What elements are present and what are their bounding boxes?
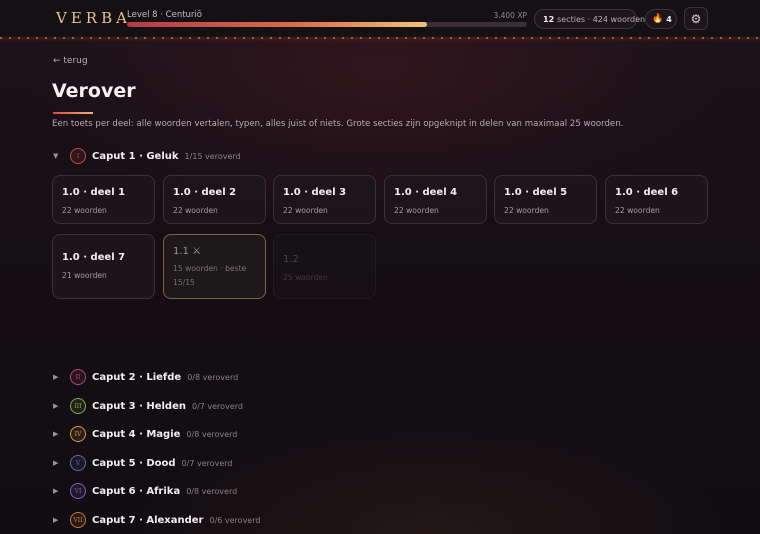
section-card[interactable]: 1.0 · deel 4 22 woorden [384, 175, 487, 224]
caput-row-2[interactable]: ▶ II Caput 2 · Liefde 0/8 veroverd [53, 369, 238, 385]
caput-progress: 0/8 veroverd [186, 429, 238, 439]
section-card[interactable]: 1.0 · deel 3 22 woorden [273, 175, 376, 224]
card-word-count: 22 woorden [504, 206, 549, 215]
xp-progress-fill [127, 22, 427, 27]
card-word-count: 22 woorden [283, 206, 328, 215]
app-logo[interactable]: VERBA [56, 9, 131, 27]
caput-numeral-badge: II [70, 369, 86, 385]
top-bar: VERBA Level 8 · Centuriō 3.400 XP 12 sec… [0, 0, 760, 37]
caput-title: Caput 4 · Magie [92, 428, 181, 440]
caput-progress: 0/8 veroverd [187, 372, 239, 382]
card-word-count: 25 woorden [283, 273, 328, 282]
caput-title: Caput 5 · Dood [92, 457, 176, 469]
caput-title: Caput 7 · Alexander [92, 514, 204, 526]
card-title: 1.0 · deel 4 [394, 187, 458, 198]
caput-title: Caput 1 · Geluk [92, 150, 179, 162]
card-title: 1.0 · deel 6 [615, 187, 679, 198]
chevron-right-icon: ▶ [53, 459, 59, 467]
chevron-right-icon: ▶ [53, 402, 59, 410]
xp-progress-bar [127, 22, 527, 27]
caput-row-5[interactable]: ▶ V Caput 5 · Dood 0/7 veroverd [53, 455, 233, 471]
sections-summary: secties · 424 woorden [557, 14, 646, 24]
chevron-right-icon: ▶ [53, 373, 59, 381]
caput-row-4[interactable]: ▶ IV Caput 4 · Magie 0/8 veroverd [53, 426, 237, 442]
card-title: 1.0 · deel 1 [62, 187, 126, 198]
section-card[interactable]: 1.0 · deel 2 22 woorden [163, 175, 266, 224]
stats-pill: 12 secties · 424 woorden [534, 9, 645, 29]
caput-progress: 0/8 veroverd [186, 486, 238, 496]
chevron-right-icon: ▶ [53, 430, 59, 438]
section-card[interactable]: 1.0 · deel 7 21 woorden [52, 234, 155, 299]
caput-numeral-badge: VII [70, 512, 86, 528]
card-title: 1.0 · deel 7 [62, 252, 126, 263]
section-card[interactable]: 1.0 · deel 5 22 woorden [494, 175, 597, 224]
xp-label: 3.400 XP [493, 11, 527, 20]
card-title: 1.1 ⚔ [173, 246, 202, 257]
header-trim [0, 37, 760, 42]
section-card[interactable]: 1.0 · deel 1 22 woorden [52, 175, 155, 224]
card-title: 1.0 · deel 5 [504, 187, 568, 198]
card-best-score: 15/15 [173, 278, 195, 287]
card-title: 1.0 · deel 3 [283, 187, 347, 198]
caput-progress: 0/7 veroverd [191, 401, 243, 411]
caput-row-7[interactable]: ▶ VII Caput 7 · Alexander 0/6 veroverd [53, 512, 260, 528]
gear-icon: ⚙ [690, 11, 702, 26]
flame-icon: 🔥 [652, 14, 664, 24]
streak-count: 4 [666, 14, 672, 24]
caput-progress: 0/6 veroverd [209, 515, 261, 525]
caput-row-3[interactable]: ▶ III Caput 3 · Helden 0/7 veroverd [53, 398, 243, 414]
chevron-right-icon: ▶ [53, 487, 59, 495]
card-word-count: 22 woorden [62, 206, 107, 215]
section-card-locked: 1.2 25 woorden [273, 234, 376, 299]
card-word-count: 21 woorden [62, 271, 107, 280]
card-word-count: 22 woorden [173, 206, 218, 215]
caput-title: Caput 2 · Liefde [92, 371, 182, 383]
caput-title: Caput 3 · Helden [92, 400, 186, 412]
chevron-down-icon: ▼ [53, 152, 59, 160]
page-description: Een toets per deel: alle woorden vertale… [52, 119, 624, 129]
caput-row-6[interactable]: ▶ VI Caput 6 · Afrika 0/8 veroverd [53, 483, 237, 499]
card-word-count: 22 woorden [615, 206, 660, 215]
sections-count: 12 [543, 14, 555, 24]
caput-numeral-badge: V [70, 455, 86, 471]
chevron-right-icon: ▶ [53, 516, 59, 524]
section-card[interactable]: 1.0 · deel 6 22 woorden [605, 175, 708, 224]
level-label: Level 8 · Centuriō [127, 10, 202, 20]
streak-pill: 🔥 4 [645, 9, 677, 29]
caput-row-1[interactable]: ▼ I Caput 1 · Geluk 1/15 veroverd [53, 148, 241, 164]
caput-numeral-badge: I [70, 148, 86, 164]
caput-numeral-badge: VI [70, 483, 86, 499]
caput-numeral-badge: IV [70, 426, 86, 442]
settings-button[interactable]: ⚙ [684, 7, 708, 30]
caput-title: Caput 6 · Afrika [92, 485, 181, 497]
title-underline [53, 112, 93, 114]
section-card-mastered[interactable]: 1.1 ⚔ 15 woorden · beste 15/15 [163, 234, 266, 299]
card-word-count: 22 woorden [394, 206, 439, 215]
back-link[interactable]: ← terug [53, 56, 88, 66]
caput-numeral-badge: III [70, 398, 86, 414]
caput-progress: 0/7 veroverd [181, 458, 233, 468]
card-word-count: 15 woorden · beste [173, 264, 247, 273]
card-title: 1.0 · deel 2 [173, 187, 237, 198]
caput-progress: 1/15 veroverd [184, 151, 241, 161]
card-title: 1.2 [283, 254, 299, 265]
page-title: Verover [52, 80, 136, 102]
